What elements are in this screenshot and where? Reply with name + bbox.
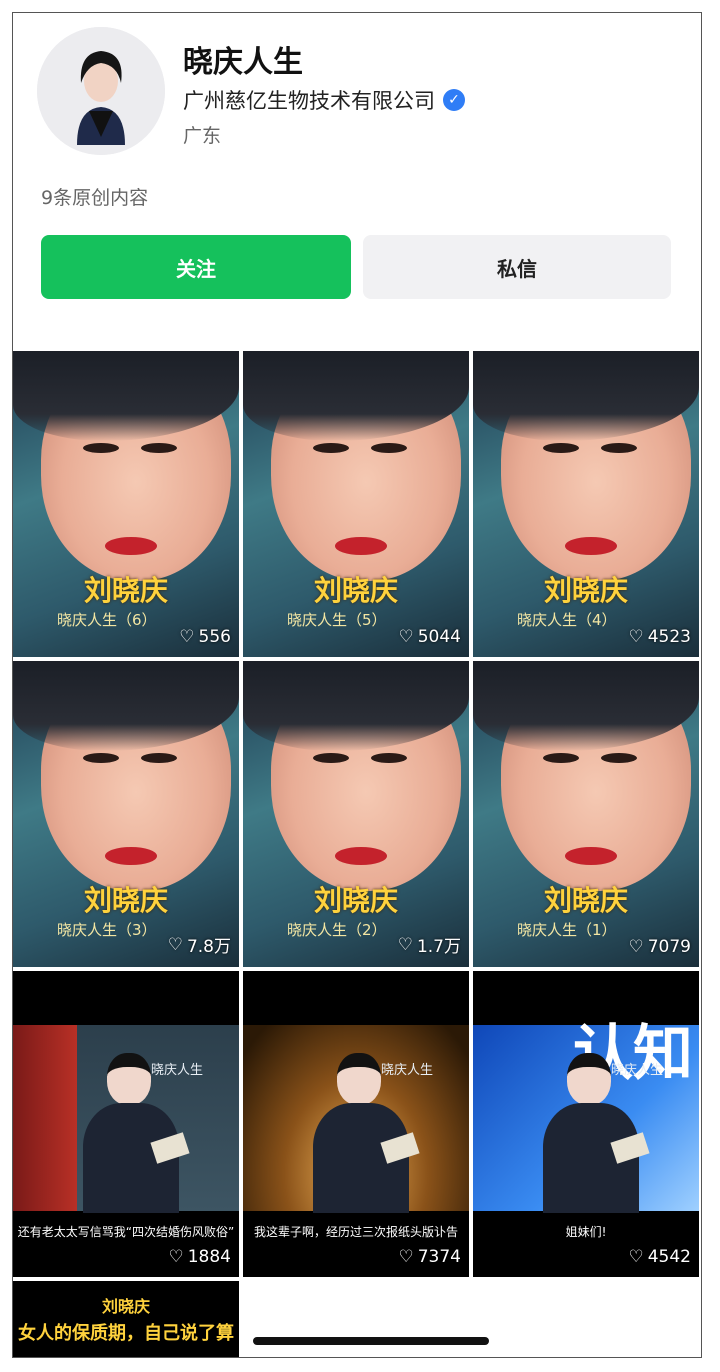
video-tile[interactable]: 刘晓庆 女人的保质期，自己说了算 [13,1281,239,1357]
heart-icon: ♡ [398,627,414,647]
company-line: 广州慈亿生物技术有限公司 ✓ [183,85,465,115]
video-tile[interactable]: 刘晓庆 晓庆人生（2） ♡ 1.7万 [243,661,469,967]
profile-name: 晓庆人生 [183,45,303,80]
like-count: ♡ 1.7万 [397,934,461,958]
like-count: ♡ 7079 [628,937,691,957]
original-content-count: 9条原创内容 [41,187,149,209]
video-thumbnail: 晓庆人生 [13,1025,239,1213]
like-count: ♡ 556 [179,627,231,647]
video-tile[interactable]: 刘晓庆 晓庆人生（3） ♡ 7.8万 [13,661,239,967]
video-subtitle: 晓庆人生（4） [517,611,617,629]
like-count: ♡ 4523 [628,627,691,647]
like-count: ♡ 5044 [398,627,461,647]
video-thumbnail: 晓庆人生 [243,1025,469,1213]
heart-icon: ♡ [179,627,195,647]
video-title: 刘晓庆 [313,884,398,917]
video-tile[interactable]: 刘晓庆 晓庆人生（4） ♡ 4523 [473,351,699,657]
video-title: 刘晓庆 [543,574,628,607]
heart-icon: ♡ [628,627,644,647]
like-count: ♡ 7.8万 [167,934,231,958]
video-caption: 姐妹们! [565,1225,607,1239]
region: 广东 [183,125,222,147]
video-subtitle: 晓庆人生（3） [57,921,157,939]
video-title: 刘晓庆 [83,884,168,917]
video-caption: 我这辈子啊，经历过三次报纸头版讣告 [253,1225,458,1239]
like-count: ♡ 4542 [628,1247,691,1267]
video-subtitle: 晓庆人生（1） [517,921,617,939]
company-name: 广州慈亿生物技术有限公司 [183,89,435,113]
follow-button[interactable]: 关注 [41,235,351,299]
video-subtitle: 女人的保质期，自己说了算 [18,1323,234,1344]
video-caption: 还有老太太写信骂我“四次结婚伤风败俗” [17,1225,235,1239]
avatar-portrait-icon [37,27,165,155]
video-subtitle: 晓庆人生（2） [287,921,387,939]
video-subtitle: 晓庆人生（6） [57,611,157,629]
heart-icon: ♡ [397,934,413,955]
video-title: 刘晓庆 [543,884,628,917]
heart-icon: ♡ [628,1247,644,1267]
heart-icon: ♡ [398,1247,414,1267]
video-tile[interactable]: 刘晓庆 晓庆人生（5） ♡ 5044 [243,351,469,657]
video-title: 刘晓庆 [101,1297,150,1316]
video-tile[interactable]: 晓庆人生 还有老太太写信骂我“四次结婚伤风败俗” ♡ 1884 [13,971,239,1277]
heart-icon: ♡ [168,1247,184,1267]
video-thumbnail: 认知 晓庆人生 [473,1019,699,1213]
verified-badge-icon: ✓ [443,89,465,111]
video-subtitle: 晓庆人生（5） [287,611,387,629]
home-indicator[interactable] [253,1337,489,1345]
video-tile[interactable]: 认知 晓庆人生 姐妹们! ♡ 4542 [473,971,699,1277]
video-tile[interactable]: 刘晓庆 晓庆人生（1） ♡ 7079 [473,661,699,967]
like-count: ♡ 7374 [398,1247,461,1267]
avatar[interactable] [37,27,165,155]
profile-screen: 晓庆人生 广州慈亿生物技术有限公司 ✓ 广东 9条原创内容 关注 私信 刘晓庆 … [12,12,702,1358]
heart-icon: ♡ [167,934,183,955]
video-tile[interactable]: 晓庆人生 我这辈子啊，经历过三次报纸头版讣告 ♡ 7374 [243,971,469,1277]
video-title: 刘晓庆 [313,574,398,607]
like-count: ♡ 1884 [168,1247,231,1267]
video-title: 刘晓庆 [83,574,168,607]
message-button[interactable]: 私信 [363,235,671,299]
video-tile[interactable]: 刘晓庆 晓庆人生（6） ♡ 556 [13,351,239,657]
heart-icon: ♡ [628,937,644,957]
